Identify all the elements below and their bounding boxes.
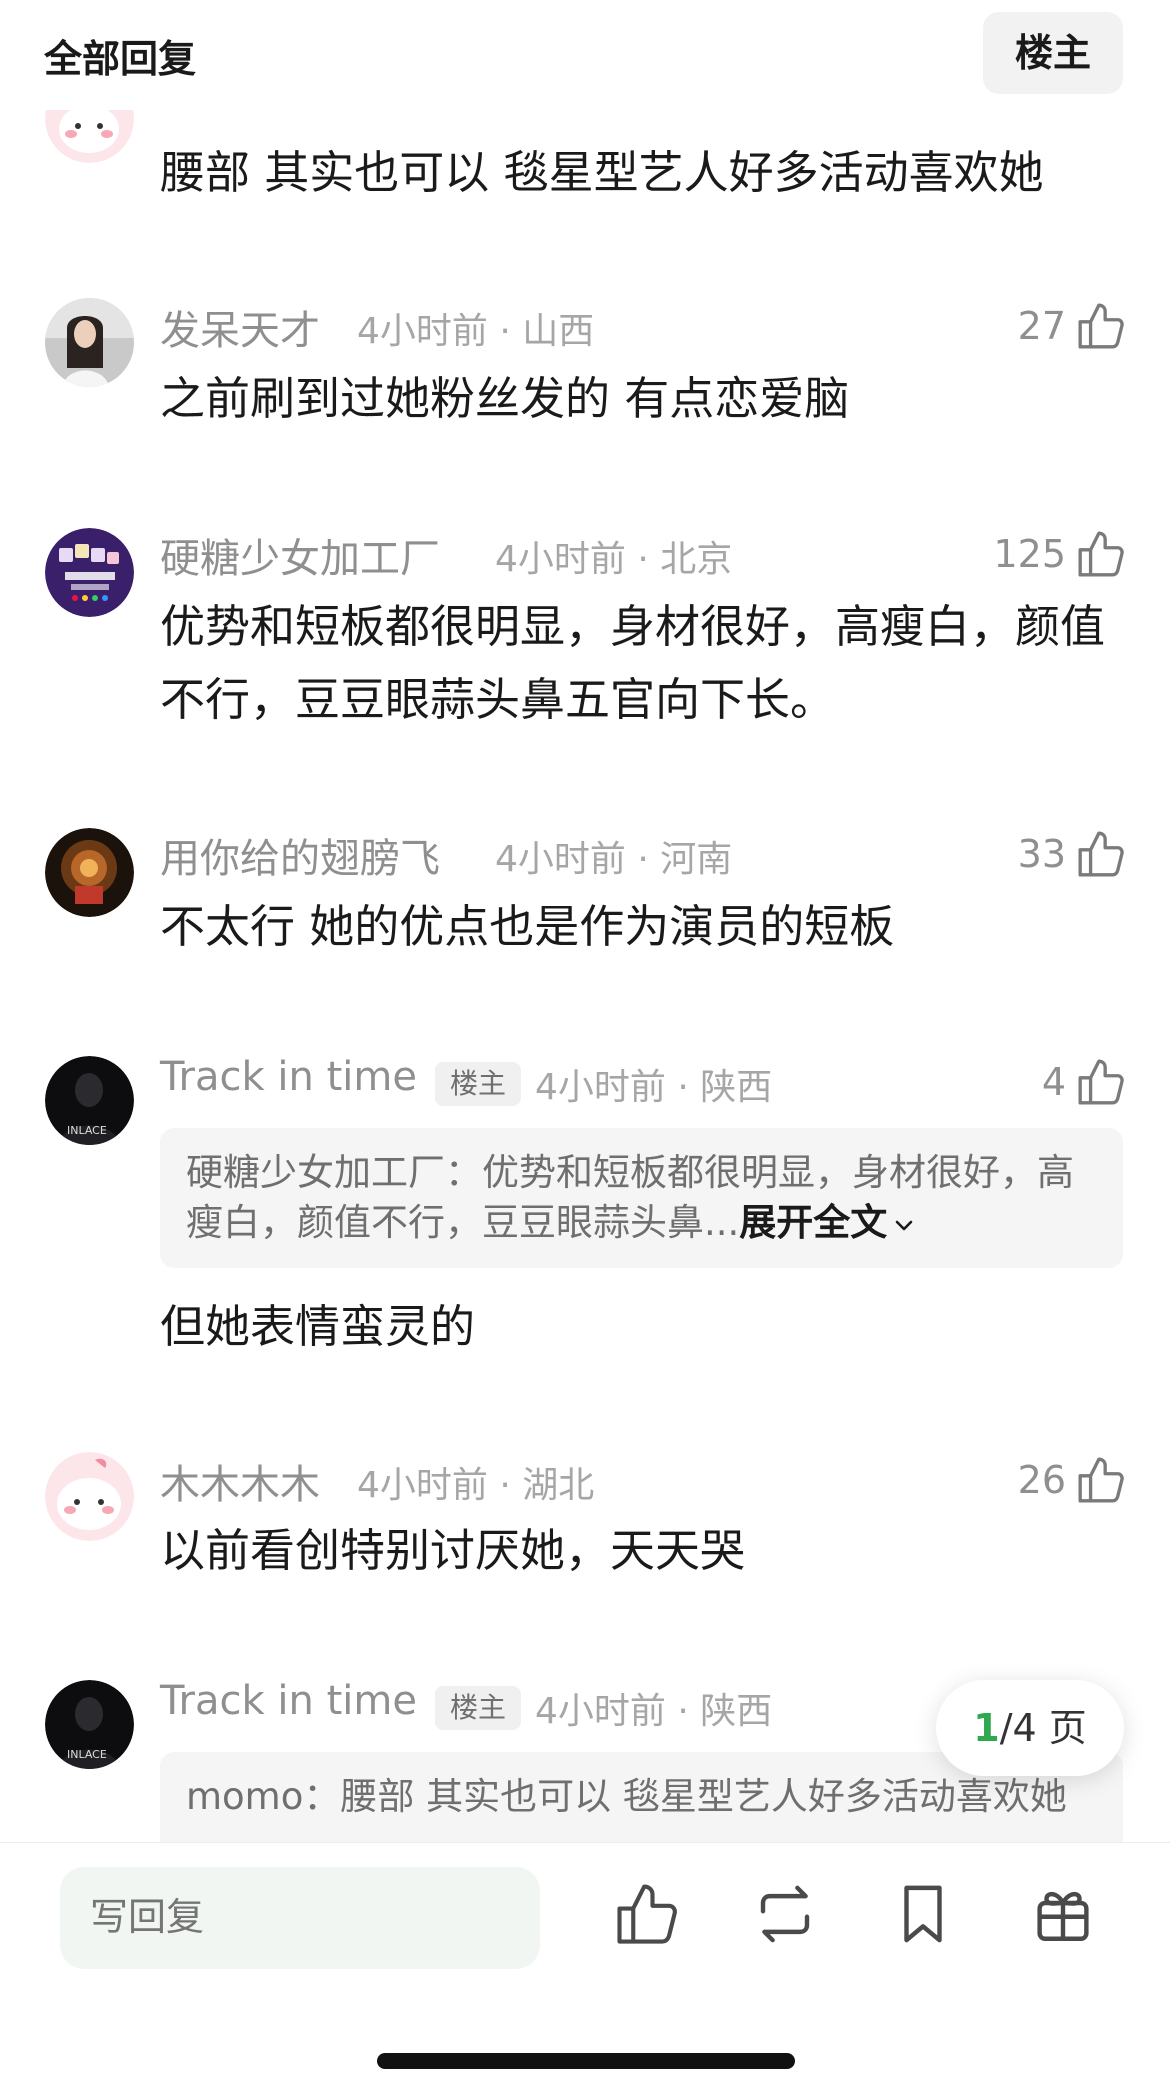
- avatar[interactable]: [45, 1452, 134, 1541]
- page-title: 全部回复: [44, 37, 197, 81]
- like-button[interactable]: 26: [1018, 1452, 1126, 1508]
- comment-body: 优势和短板都很明显，身材很好，高瘦白，颜值不行，豆豆眼蒜头鼻五官向下长。: [160, 600, 1106, 726]
- bookmark-icon[interactable]: [890, 1881, 956, 1947]
- total-pages: /4 页: [999, 1706, 1087, 1750]
- username[interactable]: Track in time: [160, 1054, 417, 1100]
- expand-label: 展开全文: [739, 1201, 888, 1244]
- quote-username: momo：: [186, 1775, 341, 1818]
- like-count: 27: [1017, 304, 1066, 348]
- thumbs-up-icon: [1076, 829, 1126, 879]
- comment-body: 腰部 其实也可以 毯星型艺人好多活动喜欢她: [160, 146, 1044, 199]
- svg-text:INLACE: INLACE: [67, 1748, 107, 1761]
- quote-text: 硬糖少女加工厂：优势和短板都很明显，身材很好，高瘦白，颜值不行，豆豆眼蒜头鼻..…: [186, 1148, 1097, 1248]
- comment-meta: 4小时前 · 陕西: [535, 1067, 773, 1108]
- thumbs-up-icon: [1076, 529, 1126, 579]
- op-only-filter-button[interactable]: 楼主: [983, 12, 1123, 94]
- comment-meta: 4小时前 · 陕西: [535, 1691, 773, 1732]
- thumbs-up-icon: [1076, 301, 1126, 351]
- username[interactable]: 硬糖少女加工厂: [160, 526, 440, 584]
- like-count: 33: [1017, 832, 1066, 876]
- op-tag: 楼主: [435, 1062, 521, 1106]
- quote-username: 硬糖少女加工厂：: [186, 1151, 482, 1194]
- comment-meta: 4小时前 · 北京: [495, 539, 733, 580]
- bottom-action-bar: [0, 1842, 1170, 2094]
- comment-body: 不太行 她的优点也是作为演员的短板: [160, 900, 895, 953]
- like-count: 26: [1017, 1458, 1066, 1502]
- username[interactable]: 发呆天才: [160, 298, 320, 356]
- comment-meta: 4小时前 · 河南: [495, 839, 733, 880]
- like-button[interactable]: 27: [1018, 298, 1126, 354]
- chevron-down-icon: [895, 1220, 913, 1230]
- like-button[interactable]: 125: [993, 526, 1126, 582]
- username[interactable]: 木木木木: [160, 1452, 320, 1510]
- avatar[interactable]: [45, 298, 134, 387]
- quote-text: momo：腰部 其实也可以 毯星型艺人好多活动喜欢她: [186, 1772, 1097, 1822]
- like-button[interactable]: 33: [1018, 826, 1126, 882]
- quote-content: 腰部 其实也可以 毯星型艺人好多活动喜欢她: [340, 1775, 1067, 1818]
- comment-body: 但她表情蛮灵的: [160, 1300, 476, 1353]
- repost-icon[interactable]: [752, 1881, 818, 1947]
- thumbs-up-icon: [1076, 1455, 1126, 1505]
- like-count: 4: [1041, 1060, 1066, 1104]
- comment-body: 之前刷到过她粉丝发的 有点恋爱脑: [160, 372, 850, 425]
- gift-icon[interactable]: [1030, 1881, 1096, 1947]
- comment-feed: 腰部 其实也可以 毯星型艺人好多活动喜欢她 发呆天才 4小时前 · 山西 27 …: [0, 0, 1170, 1842]
- like-icon[interactable]: [614, 1881, 680, 1947]
- username[interactable]: 用你给的翅膀飞: [160, 826, 440, 884]
- comment-body: 以前看创特别讨厌她，天天哭: [160, 1524, 746, 1577]
- avatar[interactable]: INLACE: [45, 1056, 134, 1145]
- thumbs-up-icon: [1076, 1057, 1126, 1107]
- avatar[interactable]: [45, 528, 134, 617]
- home-indicator: [377, 2053, 795, 2069]
- username[interactable]: Track in time: [160, 1678, 417, 1724]
- avatar[interactable]: INLACE: [45, 1680, 134, 1769]
- page-header: 全部回复 楼主: [0, 0, 1170, 110]
- expand-full-text-button[interactable]: 展开全文: [739, 1201, 915, 1244]
- like-count: 125: [993, 532, 1066, 576]
- current-page: 1: [973, 1706, 1000, 1750]
- page-indicator[interactable]: 1/4 页: [936, 1680, 1124, 1776]
- comment-meta: 4小时前 · 山西: [357, 311, 595, 352]
- op-tag: 楼主: [435, 1686, 521, 1730]
- svg-text:INLACE: INLACE: [67, 1124, 107, 1137]
- reply-input[interactable]: [60, 1867, 540, 1969]
- like-button[interactable]: 4: [1042, 1054, 1126, 1110]
- quoted-reply[interactable]: 硬糖少女加工厂：优势和短板都很明显，身材很好，高瘦白，颜值不行，豆豆眼蒜头鼻..…: [160, 1128, 1123, 1268]
- avatar[interactable]: [45, 828, 134, 917]
- comment-meta: 4小时前 · 湖北: [357, 1465, 595, 1506]
